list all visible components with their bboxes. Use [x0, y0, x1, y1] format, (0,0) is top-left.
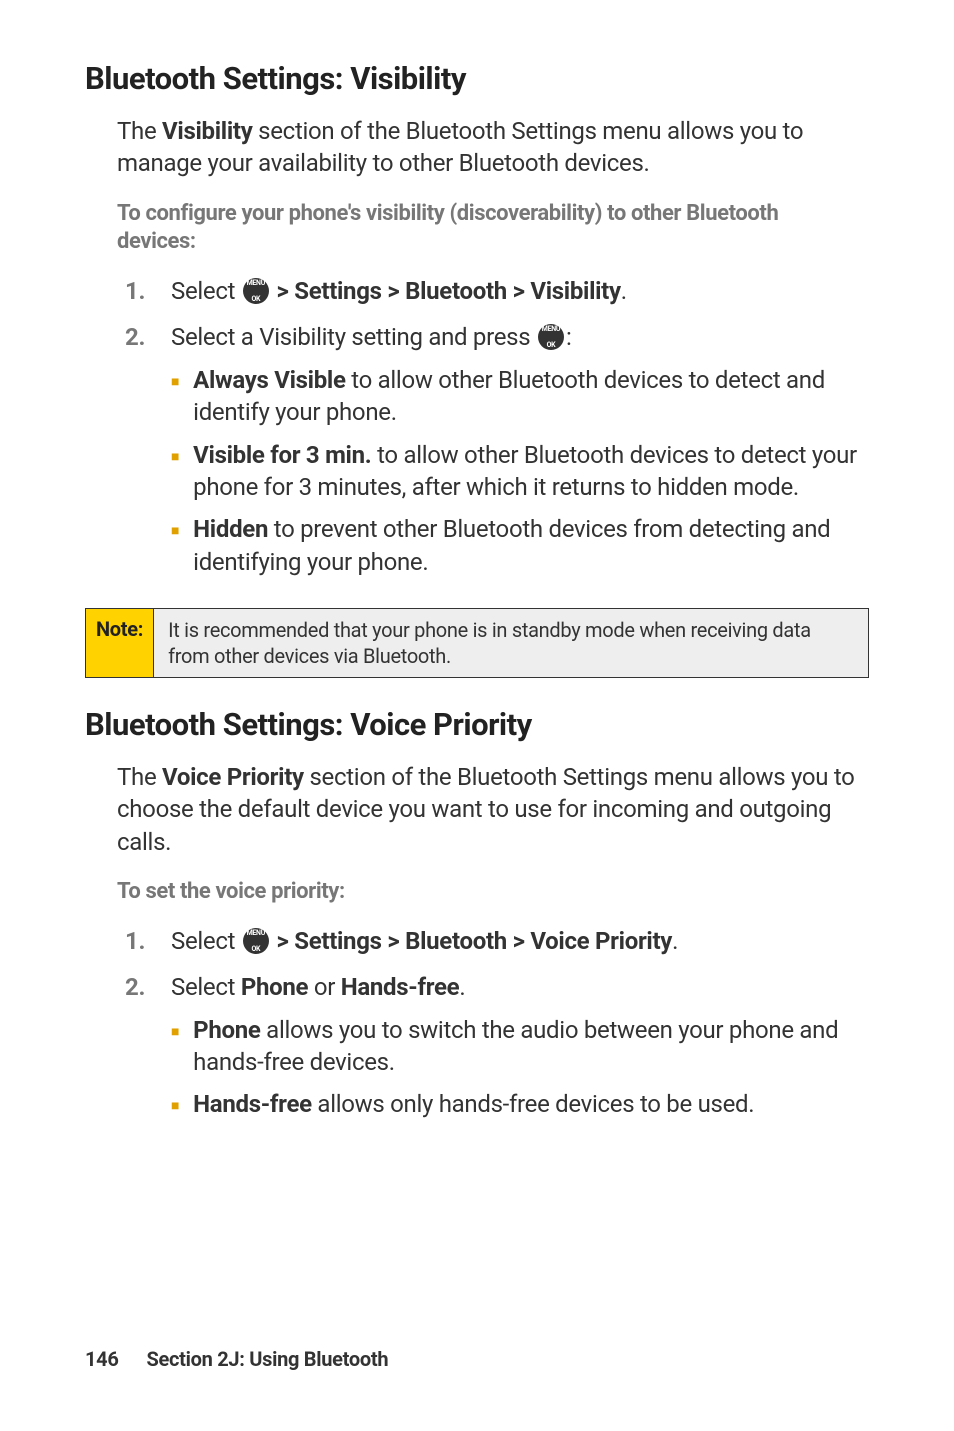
page-footer: 146 Section 2J: Using Bluetooth — [85, 1347, 388, 1371]
bullet-body: Phone allows you to switch the audio bet… — [193, 1014, 859, 1079]
bullet-icon: ■ — [171, 522, 179, 541]
option-desc: allows only hands-free devices to be use… — [312, 1090, 755, 1118]
heading-visibility: Bluetooth Settings: Visibility — [85, 60, 869, 97]
list-item: ■ Hidden to prevent other Bluetooth devi… — [171, 513, 859, 578]
bullet-body: Visible for 3 min. to allow other Blueto… — [193, 439, 859, 504]
section2-body: The Voice Priority section of the Blueto… — [117, 761, 859, 1131]
menu-ok-icon: MENUOK — [243, 278, 269, 304]
text: Select — [171, 973, 241, 1001]
voice-priority-options: ■ Phone allows you to switch the audio b… — [171, 1014, 859, 1121]
footer-section: Section 2J: Using Bluetooth — [147, 1347, 389, 1371]
step-number: 1. — [117, 275, 171, 307]
step-body: Select MENUOK > Settings > Bluetooth > V… — [171, 275, 859, 307]
option-name: Hidden — [193, 515, 268, 543]
bullet-body: Hands-free allows only hands-free device… — [193, 1088, 859, 1120]
text: . — [621, 277, 627, 305]
text: . — [672, 927, 678, 955]
text: The — [117, 117, 162, 145]
step-number: 2. — [117, 971, 171, 1003]
text: The — [117, 763, 162, 791]
text: : — [566, 323, 572, 351]
option-desc: to prevent other Bluetooth devices from … — [193, 515, 830, 575]
list-item: ■ Hands-free allows only hands-free devi… — [171, 1088, 859, 1120]
nav-path: > Settings > Bluetooth > Visibility — [271, 277, 621, 305]
option-name: Visible for 3 min. — [193, 441, 371, 469]
text: Select a Visibility setting and press — [171, 323, 536, 351]
text-bold: Visibility — [162, 117, 252, 145]
step-item: 2. Select a Visibility setting and press… — [117, 321, 859, 588]
bullet-body: Always Visible to allow other Bluetooth … — [193, 364, 859, 429]
bullet-body: Hidden to prevent other Bluetooth device… — [193, 513, 859, 578]
text: or — [308, 973, 341, 1001]
option-name: Hands-free — [341, 973, 460, 1001]
step-item: 2. Select Phone or Hands-free. ■ Phone a… — [117, 971, 859, 1131]
step-number: 2. — [117, 321, 171, 353]
option-name: Phone — [241, 973, 308, 1001]
menu-ok-icon: MENUOK — [538, 324, 564, 350]
section2-lead: The Voice Priority section of the Blueto… — [117, 761, 859, 858]
text-bold: Voice Priority — [162, 763, 304, 791]
bullet-icon: ■ — [171, 1097, 179, 1116]
section1-body: The Visibility section of the Bluetooth … — [117, 115, 859, 588]
option-desc: allows you to switch the audio between y… — [193, 1016, 838, 1076]
visibility-options: ■ Always Visible to allow other Bluetoot… — [171, 364, 859, 578]
text: . — [459, 973, 465, 1001]
note-callout: Note: It is recommended that your phone … — [85, 608, 869, 678]
list-item: ■ Visible for 3 min. to allow other Blue… — [171, 439, 859, 504]
section1-lead: The Visibility section of the Bluetooth … — [117, 115, 859, 180]
text: Select — [171, 277, 241, 305]
section2-subheading: To set the voice priority: — [117, 878, 859, 907]
page-number: 146 — [85, 1347, 119, 1371]
step-body: Select Phone or Hands-free. ■ Phone allo… — [171, 971, 859, 1131]
note-body: It is recommended that your phone is in … — [154, 609, 868, 677]
option-name: Always Visible — [193, 366, 345, 394]
section1-subheading: To configure your phone's visibility (di… — [117, 200, 859, 257]
option-name: Hands-free — [193, 1090, 312, 1118]
step-body: Select MENUOK > Settings > Bluetooth > V… — [171, 925, 859, 957]
text: Select — [171, 927, 241, 955]
heading-voice-priority: Bluetooth Settings: Voice Priority — [85, 706, 869, 743]
note-label: Note: — [86, 609, 154, 677]
bullet-icon: ■ — [171, 373, 179, 392]
option-name: Phone — [193, 1016, 260, 1044]
nav-path: > Settings > Bluetooth > Voice Priority — [271, 927, 672, 955]
list-item: ■ Phone allows you to switch the audio b… — [171, 1014, 859, 1079]
step-item: 1. Select MENUOK > Settings > Bluetooth … — [117, 925, 859, 957]
menu-ok-icon: MENUOK — [243, 928, 269, 954]
section1-steps: 1. Select MENUOK > Settings > Bluetooth … — [117, 275, 859, 588]
page-content: Bluetooth Settings: Visibility The Visib… — [0, 0, 954, 1431]
bullet-icon: ■ — [171, 448, 179, 467]
section2-steps: 1. Select MENUOK > Settings > Bluetooth … — [117, 925, 859, 1131]
step-item: 1. Select MENUOK > Settings > Bluetooth … — [117, 275, 859, 307]
step-body: Select a Visibility setting and press ME… — [171, 321, 859, 588]
step-number: 1. — [117, 925, 171, 957]
bullet-icon: ■ — [171, 1023, 179, 1042]
list-item: ■ Always Visible to allow other Bluetoot… — [171, 364, 859, 429]
